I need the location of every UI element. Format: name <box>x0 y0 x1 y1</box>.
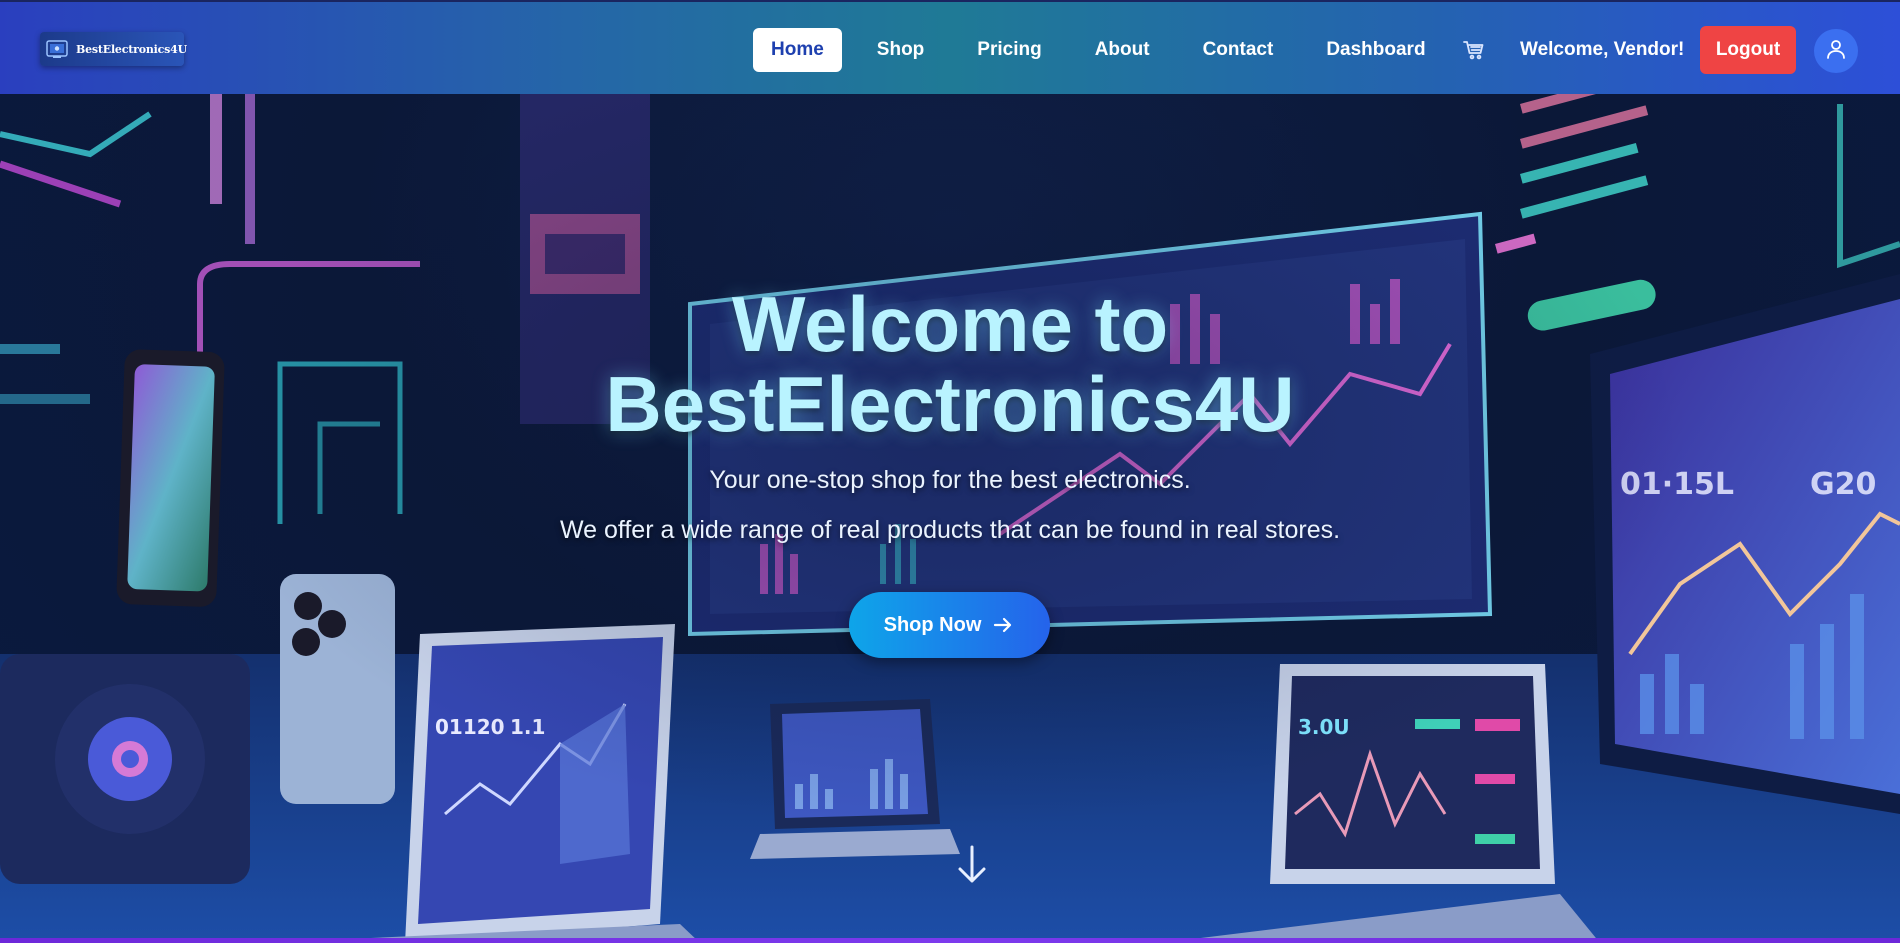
navbar: BestElectronics4U Home Shop Pricing Abou… <box>0 0 1900 94</box>
nav-item-shop[interactable]: Shop <box>859 28 943 72</box>
brand-name: BestElectronics4U <box>76 42 187 56</box>
user-icon <box>1824 37 1848 66</box>
cart-icon[interactable] <box>1462 38 1486 62</box>
avatar[interactable] <box>1814 29 1858 73</box>
nav-item-about[interactable]: About <box>1077 28 1168 72</box>
page: BestElectronics4U Home Shop Pricing Abou… <box>0 0 1900 943</box>
arrow-right-icon <box>991 613 1015 637</box>
hero-section: 01·15L G20 01120 1.1 <box>0 94 1900 943</box>
nav-item-dashboard[interactable]: Dashboard <box>1308 28 1443 72</box>
nav-item-pricing[interactable]: Pricing <box>959 28 1059 72</box>
logout-button[interactable]: Logout <box>1700 26 1796 74</box>
hero-title-line2: BestElectronics4U <box>605 360 1295 448</box>
brand-logo[interactable]: BestElectronics4U <box>40 32 187 66</box>
hero-subtitle-line2: We offer a wide range of real products t… <box>559 516 1341 544</box>
nav-links: Home Shop Pricing About Contact Dashboar… <box>753 28 1461 72</box>
shop-now-button[interactable]: Shop Now <box>849 592 1050 658</box>
arrow-down-icon[interactable] <box>955 844 989 886</box>
shop-now-label: Shop Now <box>883 613 982 636</box>
hero-subtitle-line1: Your one-stop shop for the best electron… <box>709 466 1191 494</box>
nav-item-contact[interactable]: Contact <box>1185 28 1292 72</box>
store-logo-icon <box>44 35 70 63</box>
page-bottom-border <box>0 938 1900 943</box>
nav-item-home[interactable]: Home <box>753 28 842 72</box>
welcome-text: Welcome, Vendor! <box>1520 39 1685 60</box>
hero-title-line1: Welcome to <box>731 280 1169 368</box>
